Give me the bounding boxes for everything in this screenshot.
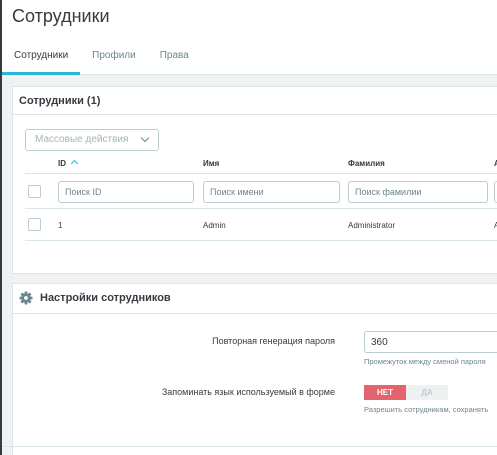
remember-language-label: Запоминать язык используемый в форме	[161, 387, 335, 397]
column-header-id[interactable]: ID	[58, 159, 79, 168]
password-regen-label: Повторная генерация пароля	[212, 336, 335, 346]
bulk-actions-label: Массовые действия	[35, 134, 129, 145]
toggle-yes-option[interactable]: ДА	[406, 385, 448, 400]
employees-panel: Сотрудники (1) Массовые действия ID Имя …	[12, 86, 497, 274]
settings-panel: Настройки сотрудников Повторная генераци…	[12, 283, 497, 455]
sort-ascending-icon[interactable]	[70, 159, 79, 168]
page-header: Сотрудники Сотрудники Профили Права	[2, 0, 497, 75]
select-all-checkbox[interactable]	[28, 185, 41, 198]
row-first-name: Admin	[203, 221, 226, 230]
panel-footer-divider	[2, 446, 497, 447]
column-header-id-label: ID	[58, 159, 66, 168]
settings-panel-title: Настройки сотрудников	[40, 292, 171, 304]
tab-profiles[interactable]: Профили	[80, 39, 148, 75]
password-regen-help: Промежуток между сменой пароля	[364, 357, 486, 366]
password-regen-input[interactable]	[364, 331, 497, 353]
toggle-no-option[interactable]: НЕТ	[364, 385, 406, 400]
tab-permissions[interactable]: Права	[148, 39, 201, 75]
bulk-actions-dropdown[interactable]: Массовые действия	[25, 129, 159, 151]
settings-panel-header: Настройки сотрудников	[13, 284, 497, 314]
tab-bar: Сотрудники Профили Права	[2, 39, 201, 75]
chevron-down-icon	[140, 133, 150, 143]
employees-panel-title: Сотрудники (1)	[13, 87, 497, 115]
filter-last-name-input[interactable]	[348, 181, 488, 203]
row-checkbox[interactable]	[28, 218, 41, 231]
filter-id-input[interactable]	[58, 181, 194, 203]
row-divider	[25, 240, 497, 241]
tab-employees[interactable]: Сотрудники	[2, 39, 81, 75]
row-last-name: Administrator	[348, 221, 396, 230]
header-divider	[25, 173, 497, 174]
gear-icon	[19, 291, 33, 305]
column-header-first-name[interactable]: Имя	[203, 159, 219, 168]
filter-divider	[25, 208, 497, 209]
remember-language-toggle[interactable]: НЕТ ДА	[364, 385, 448, 400]
remember-language-help: Разрешить сотрудникам, сохранять	[364, 405, 489, 414]
row-id: 1	[58, 221, 63, 230]
filter-first-name-input[interactable]	[203, 181, 340, 203]
page-title: Сотрудники	[12, 6, 110, 26]
column-header-last-name[interactable]: Фамилия	[348, 159, 385, 168]
